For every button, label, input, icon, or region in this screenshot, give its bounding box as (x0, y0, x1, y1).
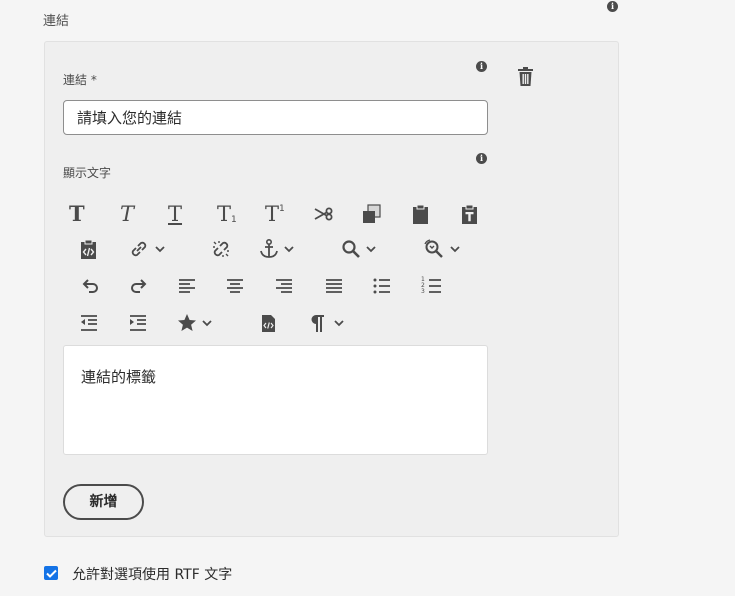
chevron-down-icon (366, 246, 376, 253)
bold-button[interactable]: T (69, 203, 85, 225)
align-right-button[interactable] (275, 275, 293, 297)
paragraph-icon (311, 315, 324, 332)
clipboard-icon (413, 204, 428, 224)
redo-button[interactable] (129, 275, 149, 297)
paste-code-icon (81, 239, 96, 259)
paragraph-format-dropdown-button[interactable] (309, 312, 345, 334)
cut-button[interactable] (314, 203, 336, 225)
align-center-icon (227, 279, 243, 293)
scissors-icon (314, 207, 333, 221)
info-icon[interactable]: i (607, 1, 618, 12)
link-icon (131, 241, 147, 257)
link-input[interactable] (63, 100, 488, 135)
rich-text-checkbox[interactable] (44, 566, 58, 580)
unlink-button[interactable] (210, 238, 232, 260)
find-dropdown-button[interactable] (341, 238, 377, 260)
section-title: 連結 (43, 14, 70, 29)
anchor-dropdown-button[interactable] (259, 238, 295, 260)
source-edit-button[interactable] (261, 312, 276, 334)
anchor-icon (260, 238, 278, 258)
align-left-button[interactable] (178, 275, 196, 297)
outdent-icon (81, 315, 97, 331)
link-field-label: 連結 * (63, 73, 97, 87)
align-center-button[interactable] (226, 275, 244, 297)
align-justify-icon (326, 279, 342, 293)
display-text-editor[interactable]: 連結的標籤 (63, 345, 488, 455)
undo-button[interactable] (80, 275, 100, 297)
display-text-label: 顯示文字 (63, 166, 112, 180)
chevron-down-icon (202, 320, 212, 327)
numbered-list-icon: 1 2 3 (421, 276, 425, 295)
special-char-dropdown-button[interactable] (177, 312, 213, 334)
outdent-button[interactable] (80, 312, 98, 334)
numbered-list-lines (429, 279, 441, 293)
justify-button[interactable] (325, 275, 343, 297)
underline-icon: T (168, 202, 183, 226)
subscript-button[interactable]: T1 (217, 203, 237, 225)
italic-button[interactable]: T (120, 203, 134, 225)
subscript-icon: T (217, 202, 232, 226)
align-left-icon (179, 279, 195, 293)
chevron-down-icon (284, 246, 294, 253)
copy-button[interactable] (362, 203, 382, 225)
editor-content: 連結的標籤 (81, 368, 157, 386)
paste-text-icon (462, 204, 477, 224)
find-replace-dropdown-button[interactable] (423, 238, 461, 260)
rich-text-checkbox-label: 允許對選項使用 RTF 文字 (72, 567, 233, 583)
checkmark-icon (45, 569, 57, 578)
bullet-list-icon (373, 278, 390, 294)
star-icon (178, 314, 196, 331)
unlink-icon (213, 241, 229, 257)
chevron-down-icon (334, 320, 344, 327)
align-right-icon (276, 279, 292, 293)
bold-icon: T (69, 201, 85, 226)
add-button[interactable]: 新增 (63, 484, 144, 520)
paste-button[interactable] (412, 203, 429, 225)
indent-button[interactable] (129, 312, 147, 334)
chevron-down-icon (450, 246, 460, 253)
bullet-list-button[interactable] (373, 275, 391, 297)
redo-icon (131, 279, 147, 293)
superscript-icon: T (265, 202, 280, 226)
chevron-down-icon (155, 246, 165, 253)
source-file-icon (262, 314, 275, 332)
superscript-button[interactable]: T1 (265, 203, 285, 225)
display-text-info-icon[interactable]: i (476, 153, 487, 164)
paste-html-button[interactable] (80, 238, 97, 260)
italic-icon: T (120, 202, 135, 226)
underline-button[interactable]: T (168, 203, 182, 225)
find-replace-icon (424, 239, 443, 258)
search-icon (342, 240, 360, 258)
paste-as-text-button[interactable] (461, 203, 478, 225)
trash-icon[interactable] (517, 67, 534, 91)
numbered-list-button[interactable]: 1 2 3 (421, 275, 441, 297)
copy-icon (363, 204, 381, 223)
indent-icon (130, 315, 146, 331)
link-info-icon[interactable]: i (476, 61, 487, 72)
link-dropdown-button[interactable] (128, 238, 166, 260)
undo-icon (82, 279, 98, 293)
